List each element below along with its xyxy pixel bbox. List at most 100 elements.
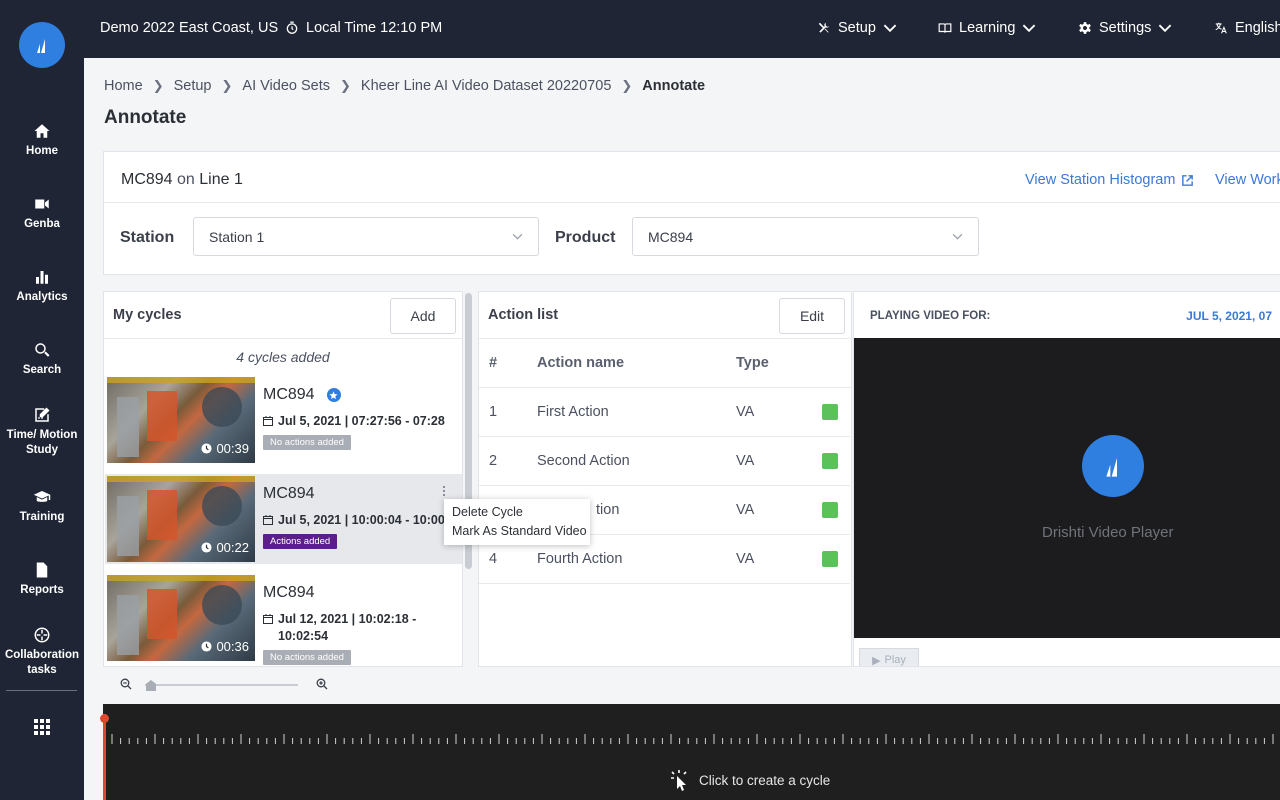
stopwatch-icon: [286, 21, 298, 34]
station-label: Station: [120, 229, 175, 246]
cycle-thumbnail[interactable]: 00:22: [107, 476, 255, 562]
sidebar-item-reports[interactable]: Reports: [0, 561, 84, 598]
playhead-handle[interactable]: [100, 714, 109, 723]
mark-standard-video-menu-item[interactable]: Mark As Standard Video: [444, 522, 590, 541]
station-select[interactable]: Station 1: [193, 217, 539, 256]
cycle-title: MC894: [263, 584, 315, 602]
chevron-right-icon: ❯: [340, 78, 351, 93]
cycle-item[interactable]: 00:39 MC894 Jul 5, 2021 | 07:27:56 - 07:…: [105, 375, 462, 465]
breadcrumb: Home ❯ Setup ❯ AI Video Sets ❯ Kheer Lin…: [104, 78, 705, 94]
document-icon: [36, 562, 48, 578]
delete-cycle-menu-item[interactable]: Delete Cycle: [444, 503, 590, 522]
timeline-ruler: [111, 734, 1274, 744]
menu-settings[interactable]: Settings: [1078, 20, 1172, 36]
on-text: on: [177, 171, 195, 188]
product-select-value: MC894: [648, 228, 694, 245]
cycle-thumbnail[interactable]: 00:39: [107, 377, 255, 463]
sidebar-item-collaboration-tasks[interactable]: Collaboration tasks: [0, 626, 84, 678]
my-cycles-header: My cycles Add: [104, 292, 462, 339]
menu-language[interactable]: English: [1214, 20, 1280, 36]
chevron-down-icon: [883, 24, 897, 33]
action-name: First Action: [537, 404, 609, 420]
chevron-right-icon: ❯: [621, 78, 633, 93]
view-station-histogram-link[interactable]: View Station Histogram: [1025, 172, 1194, 188]
zoom-in-button[interactable]: [316, 678, 328, 690]
no-actions-badge: No actions added: [263, 435, 351, 450]
sidebar-item-label: Search: [22, 364, 62, 376]
edit-actions-button[interactable]: Edit: [779, 298, 845, 334]
book-icon: [938, 23, 952, 33]
cycle-date: Jul 12, 2021 | 10:02:18 - 10:02:54: [263, 611, 458, 645]
cycles-count: 4 cycles added: [236, 349, 330, 365]
action-type: VA: [736, 551, 755, 567]
clock-icon: [201, 641, 212, 652]
view-work-label: View Work: [1215, 172, 1280, 188]
product-label: Product: [555, 229, 616, 246]
sidebar-item-label: Analytics: [16, 291, 68, 303]
play-icon: ▶: [872, 654, 881, 667]
menu-learning[interactable]: Learning: [938, 20, 1036, 36]
zoom-out-button[interactable]: [120, 678, 132, 690]
cycle-date-text: Jul 5, 2021 | 10:00:04 - 10:00: [278, 513, 445, 527]
sidebar-item-label: Time/ Motion Study: [6, 429, 78, 456]
action-row[interactable]: 1 First Action VA: [479, 388, 850, 437]
action-list-header: Action list Edit: [479, 292, 851, 339]
actions-added-badge: Actions added: [263, 534, 338, 549]
zoom-slider-track[interactable]: [145, 684, 298, 686]
breadcrumb-setup[interactable]: Setup: [174, 78, 212, 94]
view-work-link[interactable]: View Work: [1215, 172, 1280, 188]
cycle-date-text: Jul 12, 2021 | 10:02:18 - 10:02:54: [278, 612, 417, 643]
page-title: Annotate: [104, 107, 187, 128]
chevron-down-icon: [1159, 24, 1172, 33]
create-cycle-hint[interactable]: Click to create a cycle: [669, 768, 830, 792]
play-button[interactable]: ▶ Play: [859, 648, 919, 667]
playing-video-for-label: PLAYING VIDEO FOR:: [870, 309, 991, 322]
home-icon: [34, 124, 50, 138]
card-divider: [104, 202, 1280, 203]
site-name-text: Demo 2022 East Coast, US: [100, 20, 279, 36]
clock-icon: [201, 542, 212, 553]
video-player[interactable]: Drishti Video Player: [854, 338, 1280, 638]
action-type: VA: [736, 453, 755, 469]
zoom-slider-handle[interactable]: [146, 680, 156, 691]
breadcrumb-dataset[interactable]: Kheer Line AI Video Dataset 20220705: [361, 78, 611, 94]
my-cycles-panel: My cycles Add 4 cycles added 00:39 MC894…: [103, 291, 463, 667]
sidebar-item-genba[interactable]: Genba: [0, 195, 84, 232]
column-header-type: Type: [736, 355, 769, 371]
sidebar-item-home[interactable]: Home: [0, 122, 84, 159]
breadcrumb-ai-video-sets[interactable]: AI Video Sets: [242, 78, 330, 94]
cycle-thumbnail[interactable]: 00:36: [107, 575, 255, 661]
player-logo-icon: [1082, 435, 1144, 497]
cycle-item[interactable]: 00:36 MC894 Jul 12, 2021 | 10:02:18 - 10…: [105, 573, 462, 665]
add-cycle-button[interactable]: Add: [390, 298, 456, 334]
sidebar-item-analytics[interactable]: Analytics: [0, 268, 84, 305]
sidebar: Home Genba Analytics Search Time/ Motion…: [0, 0, 84, 800]
sidebar-item-time-motion-study[interactable]: Time/ Motion Study: [0, 406, 84, 458]
timeline-playhead[interactable]: [103, 714, 106, 800]
logo-mark-icon: [37, 39, 45, 53]
breadcrumb-home[interactable]: Home: [104, 78, 143, 94]
menu-setup[interactable]: Setup: [817, 20, 897, 36]
action-row[interactable]: 2 Second Action VA: [479, 437, 850, 486]
sidebar-item-search[interactable]: Search: [0, 341, 84, 378]
calendar-icon: [263, 515, 273, 525]
top-bar: Demo 2022 East Coast, US Local Time 12:1…: [84, 0, 1280, 58]
action-type: VA: [736, 404, 755, 420]
sidebar-item-training[interactable]: Training: [0, 488, 84, 525]
cycle-duration-text: 00:22: [216, 540, 249, 555]
apps-grid-icon[interactable]: [34, 719, 50, 735]
my-cycles-title: My cycles: [113, 307, 182, 323]
chevron-right-icon: ❯: [152, 78, 164, 93]
cycle-title: MC894: [263, 386, 341, 404]
action-table-header: # Action name Type: [479, 339, 851, 388]
player-name: Drishti Video Player: [1042, 524, 1174, 541]
more-options-icon[interactable]: [443, 486, 445, 496]
action-type: VA: [736, 502, 755, 518]
search-icon: [35, 343, 50, 357]
cycle-item-selected[interactable]: 00:22 MC894 Jul 5, 2021 | 10:00:04 - 10:…: [105, 474, 462, 564]
timeline[interactable]: Click to create a cycle: [100, 704, 1280, 800]
app-logo[interactable]: [19, 22, 65, 68]
cycle-date: Jul 5, 2021 | 10:00:04 - 10:00: [263, 512, 458, 529]
external-link-icon: [1182, 174, 1194, 186]
product-select[interactable]: MC894: [632, 217, 979, 256]
